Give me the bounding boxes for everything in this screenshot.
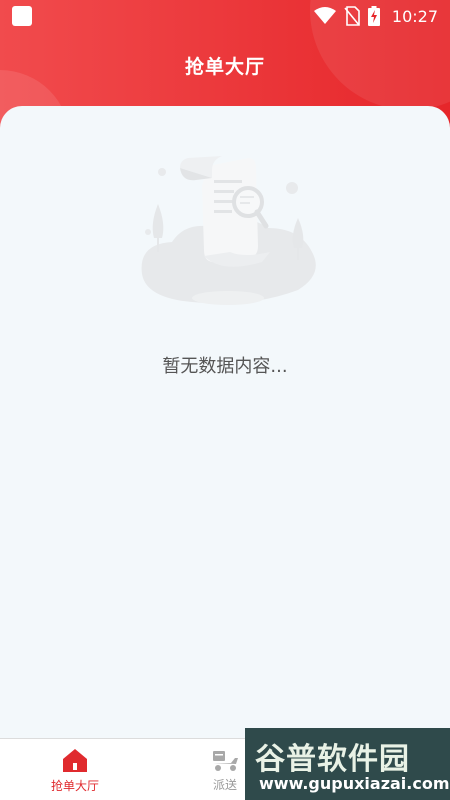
tab-label: 派送 <box>212 777 237 792</box>
watermark-brand: 谷普软件园 <box>255 742 410 777</box>
empty-document-search-illustration <box>141 156 316 305</box>
status-icons: 10:27 <box>313 4 438 28</box>
battery-charging-icon <box>367 6 380 26</box>
no-sim-icon <box>344 6 360 26</box>
notification-icon <box>12 6 32 26</box>
main-content: 暂无数据内容... <box>0 106 450 738</box>
tab-grab-orders[interactable]: 抢单大厅 <box>0 739 150 800</box>
empty-state-message: 暂无数据内容... <box>162 356 288 377</box>
tab-label: 抢单大厅 <box>50 778 99 793</box>
status-bar: 10:27 <box>0 0 450 32</box>
wifi-icon <box>313 7 336 24</box>
page-title: 抢单大厅 <box>184 56 265 78</box>
delivery-scooter-icon <box>213 750 238 771</box>
status-time: 10:27 <box>391 6 438 26</box>
home-icon <box>63 748 87 772</box>
watermark-url: www.gupuxiazai.com <box>259 774 450 793</box>
watermark: 谷普软件园 www.gupuxiazai.com <box>245 728 450 800</box>
